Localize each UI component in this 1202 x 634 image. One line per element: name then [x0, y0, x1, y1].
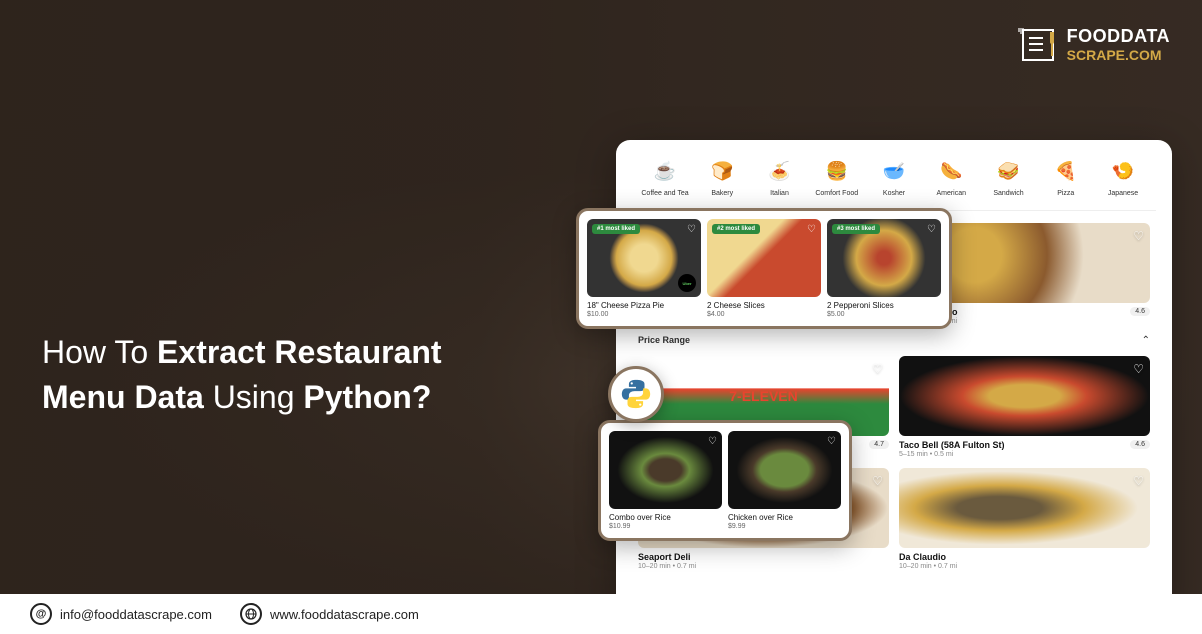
most-liked-badge: #3 most liked: [832, 224, 880, 234]
comfort-food-icon: 🍔: [824, 158, 850, 184]
footer-url[interactable]: www.fooddatascrape.com: [240, 603, 419, 625]
favorite-icon[interactable]: ♡: [1133, 362, 1144, 376]
menu-item-price: $5.00: [827, 311, 941, 318]
bakery-icon: 🍞: [709, 158, 735, 184]
menu-item[interactable]: #2 most liked ♡ 2 Cheese Slices $4.00: [707, 219, 821, 318]
footer-url-text: www.fooddatascrape.com: [270, 607, 419, 622]
featured-menu-card-top: #1 most liked ♡ Uber 18" Cheese Pizza Pi…: [576, 208, 952, 329]
kosher-icon: 🥣: [881, 158, 907, 184]
footer-email-text: info@fooddatascrape.com: [60, 607, 212, 622]
logo-text-line2: SCRAPE.COM: [1067, 47, 1170, 63]
menu-item-image: #1 most liked ♡ Uber: [587, 219, 701, 297]
heading-mid: Using: [204, 379, 304, 415]
favorite-icon[interactable]: ♡: [708, 436, 717, 447]
category-label: Kosher: [883, 190, 905, 198]
most-liked-badge: #1 most liked: [592, 224, 640, 234]
menu-item-name: 18" Cheese Pizza Pie: [587, 301, 701, 310]
python-icon: [619, 377, 653, 411]
logo-text-line1: FOODDATA: [1067, 27, 1170, 47]
category-label: Japanese: [1108, 190, 1138, 198]
filter-price-range[interactable]: Price Range ⌃: [632, 325, 1156, 356]
category-item[interactable]: 🍝 Italian: [753, 158, 807, 198]
american-icon: 🌭: [938, 158, 964, 184]
restaurant-meta: 10–20 min • 0.7 mi: [638, 563, 889, 570]
category-item[interactable]: 🍔 Comfort Food: [810, 158, 864, 198]
category-label: Italian: [770, 190, 789, 198]
favorite-icon[interactable]: ♡: [872, 474, 883, 488]
category-label: Pizza: [1057, 190, 1074, 198]
category-label: Sandwich: [993, 190, 1023, 198]
menu-item-image: ♡: [609, 431, 722, 509]
category-label: Bakery: [711, 190, 733, 198]
menu-item-name: Chicken over Rice: [728, 513, 841, 522]
favorite-icon[interactable]: ♡: [827, 436, 836, 447]
email-icon: @: [30, 603, 52, 625]
category-label: American: [936, 190, 966, 198]
restaurant-image: ♡: [899, 356, 1150, 436]
restaurant-name: Taco Bell (58A Fulton St): [899, 440, 1150, 450]
restaurant-card[interactable]: ♡ Da Claudio 10–20 min • 0.7 mi: [899, 468, 1150, 570]
restaurant-meta: 10–20 min • 0.7 mi: [899, 563, 1150, 570]
menu-item-price: $9.99: [728, 523, 841, 530]
favorite-icon[interactable]: ♡: [807, 224, 816, 235]
restaurant-meta: 5–15 min • 0.5 mi: [899, 451, 1150, 458]
favorite-icon[interactable]: ♡: [1133, 474, 1144, 488]
coffee-icon: ☕: [652, 158, 678, 184]
category-item[interactable]: 🌭 American: [924, 158, 978, 198]
menu-item-image: #3 most liked ♡: [827, 219, 941, 297]
globe-icon: [240, 603, 262, 625]
heading-bold2: Python?: [303, 379, 431, 415]
category-item[interactable]: 🍤 Japanese: [1096, 158, 1150, 198]
restaurant-card[interactable]: ♡ Taco Bell (58A Fulton St) 5–15 min • 0…: [899, 356, 1150, 458]
filter-label: Price Range: [638, 335, 690, 345]
category-item[interactable]: 🥣 Kosher: [867, 158, 921, 198]
favorite-icon[interactable]: ♡: [927, 224, 936, 235]
footer-email[interactable]: @ info@fooddatascrape.com: [30, 603, 212, 625]
menu-item[interactable]: #1 most liked ♡ Uber 18" Cheese Pizza Pi…: [587, 219, 701, 318]
category-item[interactable]: ☕ Coffee and Tea: [638, 158, 692, 198]
chevron-up-icon: ⌃: [1142, 335, 1150, 346]
restaurant-name: Da Claudio: [899, 552, 1150, 562]
menu-item-name: 2 Cheese Slices: [707, 301, 821, 310]
menu-item[interactable]: ♡ Combo over Rice $10.99: [609, 431, 722, 530]
category-label: Coffee and Tea: [641, 190, 688, 198]
heading-pre: How To: [42, 334, 157, 370]
restaurant-name: Seaport Deli: [638, 552, 889, 562]
sandwich-icon: 🥪: [996, 158, 1022, 184]
menu-item-image: ♡: [728, 431, 841, 509]
brand-logo: FOODDATA SCRAPE.COM: [1017, 24, 1170, 66]
menu-item-name: 2 Pepperoni Slices: [827, 301, 941, 310]
logo-icon: [1017, 24, 1059, 66]
menu-item-price: $4.00: [707, 311, 821, 318]
featured-menu-card-bottom: ♡ Combo over Rice $10.99 ♡ Chicken over …: [598, 420, 852, 541]
category-row: ☕ Coffee and Tea 🍞 Bakery 🍝 Italian 🍔 Comfor…: [632, 158, 1156, 211]
menu-item[interactable]: #3 most liked ♡ 2 Pepperoni Slices $5.00: [827, 219, 941, 318]
italian-icon: 🍝: [767, 158, 793, 184]
category-item[interactable]: 🍕 Pizza: [1039, 158, 1093, 198]
python-badge: [608, 366, 664, 422]
pizza-icon: 🍕: [1053, 158, 1079, 184]
category-label: Comfort Food: [815, 190, 858, 198]
most-liked-badge: #2 most liked: [712, 224, 760, 234]
category-item[interactable]: 🍞 Bakery: [695, 158, 749, 198]
hero-banner: FOODDATA SCRAPE.COM How To Extract Resta…: [0, 0, 1202, 594]
rating-badge: 4.7: [869, 440, 889, 449]
menu-item-price: $10.99: [609, 523, 722, 530]
japanese-icon: 🍤: [1110, 158, 1136, 184]
uber-eats-badge: Uber: [678, 274, 696, 292]
category-item[interactable]: 🥪 Sandwich: [982, 158, 1036, 198]
rating-badge: 4.6: [1130, 307, 1150, 316]
favorite-icon[interactable]: ♡: [1133, 229, 1144, 243]
menu-item[interactable]: ♡ Chicken over Rice $9.99: [728, 431, 841, 530]
menu-item-price: $10.00: [587, 311, 701, 318]
footer-bar: @ info@fooddatascrape.com www.fooddatasc…: [0, 594, 1202, 634]
menu-item-image: #2 most liked ♡: [707, 219, 821, 297]
favorite-icon[interactable]: ♡: [687, 224, 696, 235]
menu-item-name: Combo over Rice: [609, 513, 722, 522]
page-title: How To Extract Restaurant Menu Data Usin…: [42, 330, 462, 420]
restaurant-image: ♡: [899, 468, 1150, 548]
rating-badge: 4.6: [1130, 440, 1150, 449]
